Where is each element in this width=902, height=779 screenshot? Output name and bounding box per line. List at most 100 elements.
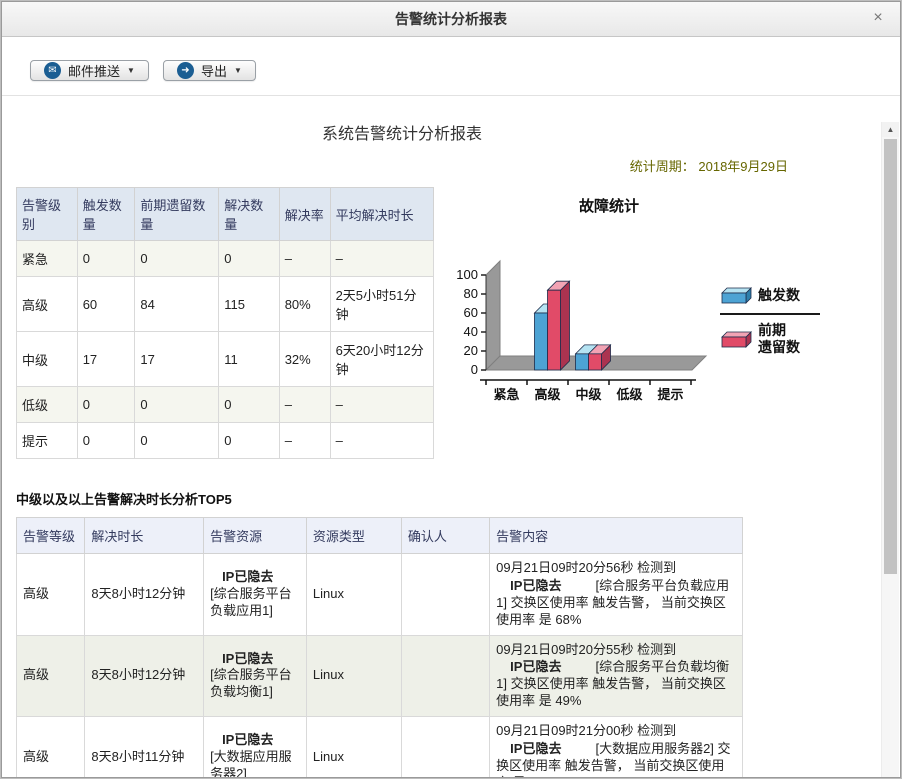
alarm-report-dialog: 告警统计分析报表 × ✉ 邮件推送 ▼ ➜ 导出 ▼ 系统告警统计分析报表 统计… [1,1,901,778]
legend-label: 前期 遗留数 [758,322,800,356]
cell: 0 [135,387,219,423]
column-header: 前期遗留数量 [135,188,219,241]
table-row: 高级608411580%2天5小时51分钟 [17,277,434,332]
toolbar: ✉ 邮件推送 ▼ ➜ 导出 ▼ [2,37,900,96]
cell: – [279,423,330,459]
cell: 中级 [17,332,78,387]
redacted-ip: IP已隐去 [510,659,561,674]
cell: 0 [135,423,219,459]
cell: 高级 [17,717,85,778]
table-row: 高级 8天8小时12分钟 IP已隐去[综合服务平台负载均衡1] Linux 09… [17,635,743,717]
fault-chart-panel: 故障统计 020406080100紧急高级中级低级提示 触发数 前期 遗留数 [448,187,820,459]
svg-text:80: 80 [464,286,478,301]
cell: 高级 [17,635,85,717]
cell: 0 [219,241,279,277]
table-header-row: 告警等级 解决时长 告警资源 资源类型 确认人 告警内容 [17,518,743,554]
cell: 8天8小时12分钟 [85,554,204,636]
cell: IP已隐去[综合服务平台负载均衡1] [204,635,307,717]
cell: – [330,387,433,423]
column-header: 解决时长 [85,518,204,554]
close-icon[interactable]: × [868,9,888,29]
cell [401,554,489,636]
column-header: 告警等级 [17,518,85,554]
cell: 8天8小时11分钟 [85,717,204,778]
alarm-time: 09月21日09时21分00秒 检测到 [496,723,736,740]
top5-heading: 中级以及以上告警解决时长分析TOP5 [16,489,870,508]
vertical-scrollbar[interactable]: ▲ ▼ [881,122,899,778]
scroll-up-button[interactable]: ▲ [882,122,899,137]
legend-swatch-red-icon [720,328,756,350]
stat-period-value: 2018年9月29日 [698,159,788,174]
cell [401,635,489,717]
cell: 60 [77,277,135,332]
resource-name: [综合服务平台负载均衡1] [210,667,300,701]
report-content: 系统告警统计分析报表 统计周期： 2018年9月29日 告警级别 触发数量 前期… [2,96,900,778]
table-row: 中级17171132%6天20小时12分钟 [17,332,434,387]
legend-label: 触发数 [758,287,800,304]
export-icon: ➜ [177,62,194,79]
report-body: 系统告警统计分析报表 统计周期： 2018年9月29日 告警级别 触发数量 前期… [2,96,900,778]
column-header: 确认人 [401,518,489,554]
redacted-ip: IP已隐去 [222,651,300,668]
cell: 高级 [17,277,78,332]
table-row: 高级 8天8小时11分钟 IP已隐去[大数据应用服务器2] Linux 09月2… [17,717,743,778]
legend-item-triggered: 触发数 [720,284,820,315]
column-header: 解决率 [279,188,330,241]
svg-text:0: 0 [471,362,478,377]
cell: – [330,423,433,459]
cell: 84 [135,277,219,332]
cell: – [330,241,433,277]
cell: IP已隐去[综合服务平台负载应用1] [204,554,307,636]
svg-text:提示: 提示 [657,387,683,402]
resource-name: [大数据应用服务器2] [210,749,300,778]
cell: 低级 [17,387,78,423]
resource-name: [综合服务平台负载应用1] [210,586,300,620]
cell: 17 [77,332,135,387]
cell: Linux [306,635,401,717]
cell: 17 [135,332,219,387]
export-button[interactable]: ➜ 导出 ▼ [163,60,256,81]
report-title: 系统告警统计分析报表 [16,120,788,144]
cell: 80% [279,277,330,332]
cell: 2天5小时51分钟 [330,277,433,332]
legend-swatch-blue-icon [720,284,756,306]
cell: 0 [77,387,135,423]
svg-text:100: 100 [456,267,478,282]
cell: – [279,387,330,423]
mail-push-button[interactable]: ✉ 邮件推送 ▼ [30,60,149,81]
table-row: 紧急000–– [17,241,434,277]
alarm-message: 09月21日09时21分00秒 检测到IP已隐去[大数据应用服务器2] 交换区使… [490,717,743,778]
scrollbar-thumb[interactable] [884,139,897,574]
table-row: 低级000–– [17,387,434,423]
cell: Linux [306,717,401,778]
cell: 提示 [17,423,78,459]
chevron-down-icon: ▼ [234,66,242,75]
cell: 0 [135,241,219,277]
redacted-ip: IP已隐去 [222,732,300,749]
svg-text:40: 40 [464,324,478,339]
mail-icon: ✉ [44,62,61,79]
column-header: 告警级别 [17,188,78,241]
column-header: 资源类型 [306,518,401,554]
alarm-message: 09月21日09时20分55秒 检测到IP已隐去[综合服务平台负载均衡1] 交换… [490,635,743,717]
cell: Linux [306,554,401,636]
cell: 高级 [17,554,85,636]
summary-table: 告警级别 触发数量 前期遗留数量 解决数量 解决率 平均解决时长 紧急000–– [16,187,434,459]
legend-item-leftover: 前期 遗留数 [720,322,820,356]
alarm-time: 09月21日09时20分56秒 检测到 [496,560,736,577]
redacted-ip: IP已隐去 [510,741,561,756]
svg-text:20: 20 [464,343,478,358]
svg-text:低级: 低级 [615,387,643,402]
alarm-message: 09月21日09时20分56秒 检测到IP已隐去[综合服务平台负载应用1] 交换… [490,554,743,636]
cell: 115 [219,277,279,332]
column-header: 告警资源 [204,518,307,554]
dialog-titlebar: 告警统计分析报表 × [2,2,900,37]
svg-text:60: 60 [464,305,478,320]
chart-legend: 触发数 前期 遗留数 [720,284,820,356]
cell: 11 [219,332,279,387]
dialog-title: 告警统计分析报表 [395,9,507,29]
stat-period: 统计周期： 2018年9月29日 [16,156,788,175]
mail-push-label: 邮件推送 [68,61,120,80]
redacted-ip: IP已隐去 [510,578,561,593]
cell: IP已隐去[大数据应用服务器2] [204,717,307,778]
